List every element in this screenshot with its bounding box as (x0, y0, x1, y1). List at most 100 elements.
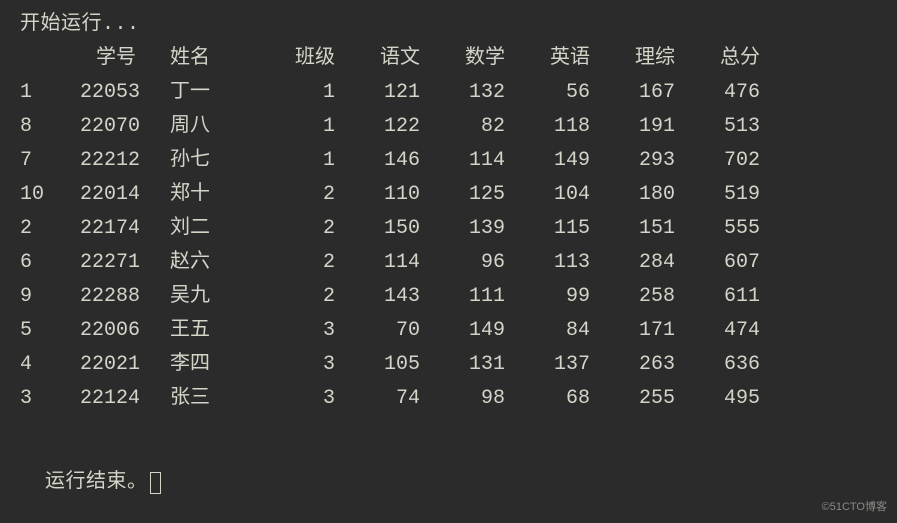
cell-class: 2 (250, 178, 335, 212)
cell-total: 476 (675, 76, 760, 110)
cell-math: 114 (420, 144, 505, 178)
cell-english: 84 (505, 314, 590, 348)
cell-name: 周八 (170, 110, 250, 144)
cursor-icon (150, 472, 161, 494)
cell-index: 8 (20, 110, 80, 144)
table-row: 922288吴九214311199258611 (20, 280, 877, 314)
cell-name: 丁一 (170, 76, 250, 110)
cell-science: 151 (590, 212, 675, 246)
cell-chinese: 74 (335, 382, 420, 416)
cell-name: 张三 (170, 382, 250, 416)
cell-name: 王五 (170, 314, 250, 348)
cell-class: 3 (250, 348, 335, 382)
header-science: 理综 (590, 42, 675, 76)
table-row: 122053丁一112113256167476 (20, 76, 877, 110)
header-english: 英语 (505, 42, 590, 76)
cell-math: 139 (420, 212, 505, 246)
cell-english: 99 (505, 280, 590, 314)
cell-student-id: 22021 (80, 348, 170, 382)
cell-math: 96 (420, 246, 505, 280)
end-text: 运行结束。 (45, 471, 148, 494)
cell-chinese: 121 (335, 76, 420, 110)
cell-science: 191 (590, 110, 675, 144)
cell-name: 赵六 (170, 246, 250, 280)
header-math: 数学 (420, 42, 505, 76)
cell-science: 293 (590, 144, 675, 178)
header-class: 班级 (250, 42, 335, 76)
table-row: 722212孙七1146114149293702 (20, 144, 877, 178)
cell-science: 180 (590, 178, 675, 212)
cell-chinese: 70 (335, 314, 420, 348)
table-body: 122053丁一112113256167476822070周八112282118… (20, 76, 877, 416)
table-row: 622271赵六211496113284607 (20, 246, 877, 280)
cell-science: 255 (590, 382, 675, 416)
cell-total: 607 (675, 246, 760, 280)
cell-student-id: 22288 (80, 280, 170, 314)
cell-total: 636 (675, 348, 760, 382)
cell-total: 474 (675, 314, 760, 348)
header-chinese: 语文 (335, 42, 420, 76)
cell-chinese: 122 (335, 110, 420, 144)
cell-science: 258 (590, 280, 675, 314)
table-row: 222174刘二2150139115151555 (20, 212, 877, 246)
cell-math: 131 (420, 348, 505, 382)
end-line: 运行结束。 (20, 432, 877, 500)
cell-chinese: 114 (335, 246, 420, 280)
cell-english: 56 (505, 76, 590, 110)
cell-chinese: 143 (335, 280, 420, 314)
cell-student-id: 22124 (80, 382, 170, 416)
table-row: 322124张三3749868255495 (20, 382, 877, 416)
header-row: 学号 姓名 班级 语文 数学 英语 理综 总分 (20, 42, 877, 76)
cell-index: 2 (20, 212, 80, 246)
cell-student-id: 22053 (80, 76, 170, 110)
cell-english: 113 (505, 246, 590, 280)
cell-chinese: 110 (335, 178, 420, 212)
cell-class: 1 (250, 76, 335, 110)
cell-student-id: 22212 (80, 144, 170, 178)
cell-math: 98 (420, 382, 505, 416)
cell-chinese: 105 (335, 348, 420, 382)
cell-math: 132 (420, 76, 505, 110)
cell-index: 10 (20, 178, 80, 212)
cell-class: 2 (250, 280, 335, 314)
cell-name: 吴九 (170, 280, 250, 314)
cell-total: 519 (675, 178, 760, 212)
cell-index: 6 (20, 246, 80, 280)
cell-student-id: 22174 (80, 212, 170, 246)
cell-class: 2 (250, 212, 335, 246)
cell-english: 118 (505, 110, 590, 144)
cell-student-id: 22070 (80, 110, 170, 144)
cell-index: 1 (20, 76, 80, 110)
cell-name: 刘二 (170, 212, 250, 246)
cell-math: 82 (420, 110, 505, 144)
cell-total: 555 (675, 212, 760, 246)
cell-chinese: 146 (335, 144, 420, 178)
cell-index: 7 (20, 144, 80, 178)
cell-math: 111 (420, 280, 505, 314)
cell-math: 149 (420, 314, 505, 348)
table-row: 422021李四3105131137263636 (20, 348, 877, 382)
cell-total: 495 (675, 382, 760, 416)
cell-class: 3 (250, 314, 335, 348)
cell-english: 115 (505, 212, 590, 246)
cell-english: 68 (505, 382, 590, 416)
table-row: 1022014郑十2110125104180519 (20, 178, 877, 212)
cell-name: 李四 (170, 348, 250, 382)
cell-english: 104 (505, 178, 590, 212)
start-line: 开始运行... (20, 8, 877, 42)
table-row: 522006王五37014984171474 (20, 314, 877, 348)
header-total: 总分 (675, 42, 760, 76)
table-row: 822070周八112282118191513 (20, 110, 877, 144)
cell-total: 513 (675, 110, 760, 144)
cell-class: 1 (250, 144, 335, 178)
cell-name: 孙七 (170, 144, 250, 178)
cell-science: 167 (590, 76, 675, 110)
cell-total: 702 (675, 144, 760, 178)
cell-index: 4 (20, 348, 80, 382)
cell-total: 611 (675, 280, 760, 314)
cell-class: 2 (250, 246, 335, 280)
cell-student-id: 22006 (80, 314, 170, 348)
cell-student-id: 22271 (80, 246, 170, 280)
cell-chinese: 150 (335, 212, 420, 246)
cell-science: 263 (590, 348, 675, 382)
